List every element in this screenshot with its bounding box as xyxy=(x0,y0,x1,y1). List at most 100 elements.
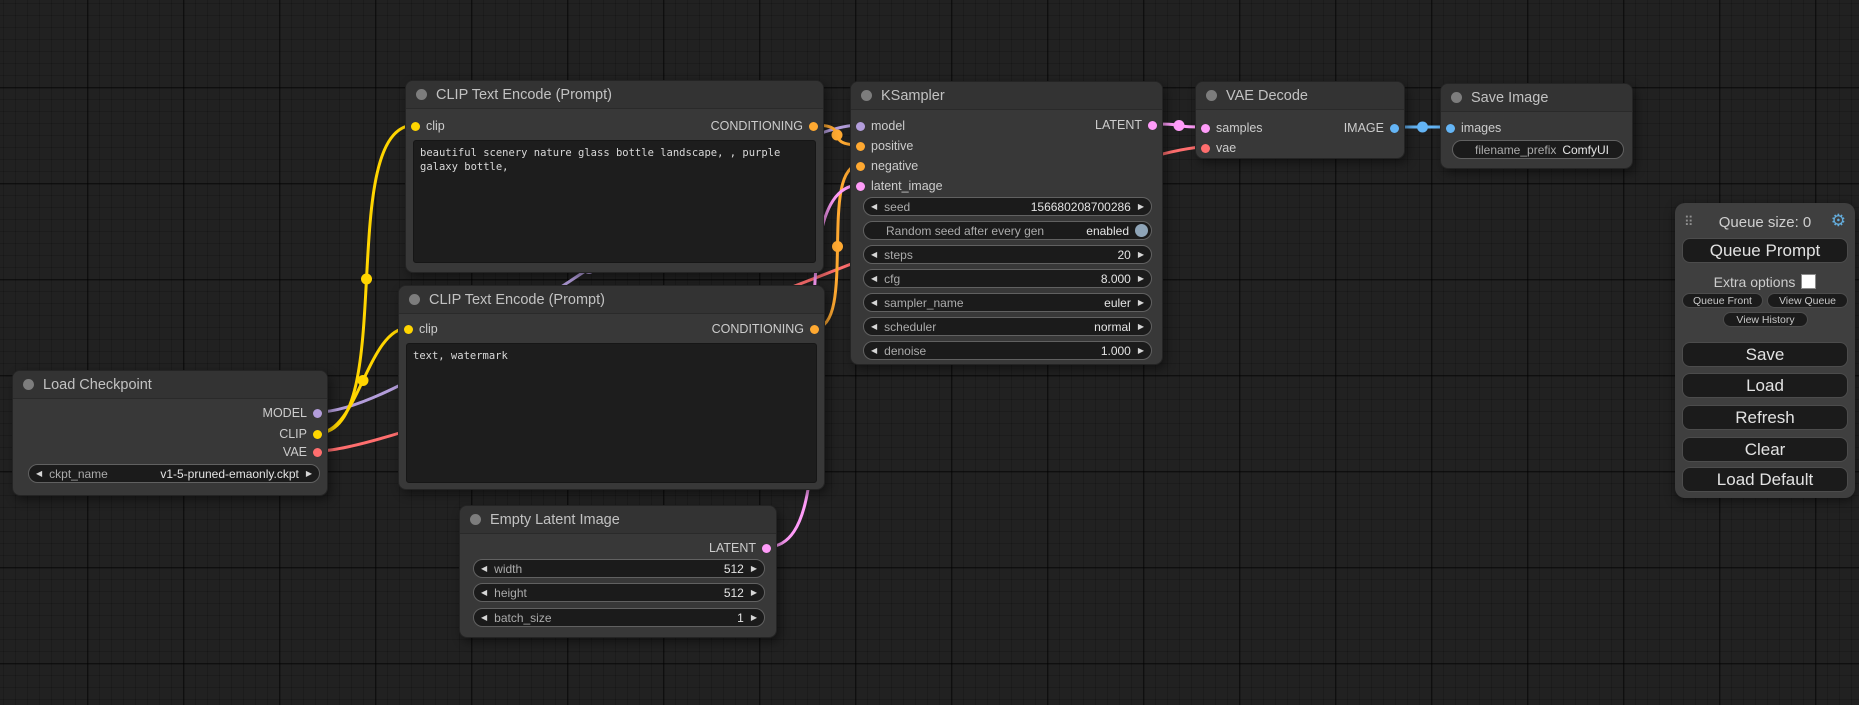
node-title: Save Image xyxy=(1471,90,1548,106)
node-save-image[interactable]: Save Image images filename_prefixComfyUI xyxy=(1440,83,1633,169)
node-empty-latent-image[interactable]: Empty Latent ImageLATENT◀width512▶◀heigh… xyxy=(459,505,777,638)
output-port-conditioning[interactable] xyxy=(810,325,819,334)
output-port-latent[interactable] xyxy=(1148,121,1157,130)
node-graph-canvas[interactable]: Load CheckpointMODELCLIPVAE◀ckpt_namev1-… xyxy=(0,0,1859,705)
decrement-arrow-icon[interactable]: ◀ xyxy=(864,342,884,359)
input-port-label: vae xyxy=(1216,141,1236,155)
output-port-model[interactable] xyxy=(313,409,322,418)
view-history-button[interactable]: View History xyxy=(1723,312,1808,327)
load-workflow-button[interactable]: Load xyxy=(1682,373,1848,398)
output-port-row-image: IMAGE xyxy=(1344,121,1404,135)
clear-button[interactable]: Clear xyxy=(1682,437,1848,462)
node-header-ksampler[interactable]: KSampler xyxy=(851,82,1162,110)
widget-value: enabled xyxy=(1086,224,1129,238)
decrement-arrow-icon[interactable]: ◀ xyxy=(864,318,884,335)
link-midpoint-dot xyxy=(832,130,843,141)
collapse-dot-icon[interactable] xyxy=(1451,92,1462,103)
input-port-samples[interactable] xyxy=(1201,124,1210,133)
output-port-clip[interactable] xyxy=(313,430,322,439)
save-workflow-button[interactable]: Save xyxy=(1682,342,1848,367)
output-port-conditioning[interactable] xyxy=(809,122,818,131)
prompt-textarea[interactable]: beautiful scenery nature glass bottle la… xyxy=(413,140,816,263)
node-vae-decode[interactable]: VAE DecodesamplesvaeIMAGE xyxy=(1195,81,1405,159)
node-title: CLIP Text Encode (Prompt) xyxy=(436,87,612,103)
decrement-arrow-icon[interactable]: ◀ xyxy=(864,246,884,263)
decrement-arrow-icon[interactable]: ◀ xyxy=(29,465,49,482)
output-port-label: CONDITIONING xyxy=(712,322,804,336)
queue-panel: ⠿ Queue size: 0 ⚙ Queue Prompt Extra opt… xyxy=(1675,203,1855,498)
node-header-vae-decode[interactable]: VAE Decode xyxy=(1196,82,1404,110)
extra-options-checkbox[interactable] xyxy=(1801,274,1816,289)
node-ksampler[interactable]: KSamplermodelpositivenegativelatent_imag… xyxy=(850,81,1163,365)
decrement-arrow-icon[interactable]: ◀ xyxy=(474,584,494,601)
output-port-latent[interactable] xyxy=(762,544,771,553)
view-queue-button[interactable]: View Queue xyxy=(1767,293,1848,308)
decrement-arrow-icon[interactable]: ◀ xyxy=(474,560,494,577)
node-header-empty-latent-image[interactable]: Empty Latent Image xyxy=(460,506,776,534)
node-header-clip-text-encode-positive[interactable]: CLIP Text Encode (Prompt) xyxy=(406,81,823,109)
queue-front-button[interactable]: Queue Front xyxy=(1682,293,1763,308)
input-port-negative[interactable] xyxy=(856,162,865,171)
node-header-clip-text-encode-negative[interactable]: CLIP Text Encode (Prompt) xyxy=(399,286,824,314)
input-port-clip[interactable] xyxy=(411,122,420,131)
widget-ckpt-name[interactable]: ◀ckpt_namev1-5-pruned-emaonly.ckpt▶ xyxy=(28,464,320,483)
widget-value: 1.000 xyxy=(1101,344,1131,358)
widget-steps[interactable]: ◀steps20▶ xyxy=(863,245,1152,264)
toggle-knob-icon[interactable] xyxy=(1135,224,1148,237)
input-port-vae[interactable] xyxy=(1201,144,1210,153)
widget-batch-size[interactable]: ◀batch_size1▶ xyxy=(473,608,765,627)
decrement-arrow-icon[interactable]: ◀ xyxy=(864,270,884,287)
node-header-load-checkpoint[interactable]: Load Checkpoint xyxy=(13,371,327,399)
node-load-checkpoint[interactable]: Load CheckpointMODELCLIPVAE◀ckpt_namev1-… xyxy=(12,370,328,496)
widget-cfg[interactable]: ◀cfg8.000▶ xyxy=(863,269,1152,288)
collapse-dot-icon[interactable] xyxy=(23,379,34,390)
collapse-dot-icon[interactable] xyxy=(409,294,420,305)
collapse-dot-icon[interactable] xyxy=(416,89,427,100)
widget-filename-prefix[interactable]: filename_prefixComfyUI xyxy=(1452,140,1624,159)
output-port-row-conditioning: CONDITIONING xyxy=(712,322,824,336)
output-port-vae[interactable] xyxy=(313,448,322,457)
increment-arrow-icon[interactable]: ▶ xyxy=(299,465,319,482)
node-clip-text-encode-negative[interactable]: CLIP Text Encode (Prompt)clipCONDITIONIN… xyxy=(398,285,825,490)
refresh-button[interactable]: Refresh xyxy=(1682,405,1848,430)
widget-sampler-name[interactable]: ◀sampler_nameeuler▶ xyxy=(863,293,1152,312)
increment-arrow-icon[interactable]: ▶ xyxy=(1131,342,1151,359)
collapse-dot-icon[interactable] xyxy=(1206,90,1217,101)
load-default-button[interactable]: Load Default xyxy=(1682,467,1848,492)
decrement-arrow-icon[interactable]: ◀ xyxy=(864,294,884,311)
increment-arrow-icon[interactable]: ▶ xyxy=(1131,294,1151,311)
collapse-dot-icon[interactable] xyxy=(470,514,481,525)
increment-arrow-icon[interactable]: ▶ xyxy=(1131,318,1151,335)
widget-width[interactable]: ◀width512▶ xyxy=(473,559,765,578)
increment-arrow-icon[interactable]: ▶ xyxy=(744,609,764,626)
queue-prompt-button[interactable]: Queue Prompt xyxy=(1682,238,1848,263)
input-port-clip[interactable] xyxy=(404,325,413,334)
input-port-latent-image[interactable] xyxy=(856,182,865,191)
node-clip-text-encode-positive[interactable]: CLIP Text Encode (Prompt)clipCONDITIONIN… xyxy=(405,80,824,273)
increment-arrow-icon[interactable]: ▶ xyxy=(1131,246,1151,263)
widget-scheduler[interactable]: ◀schedulernormal▶ xyxy=(863,317,1152,336)
decrement-arrow-icon[interactable]: ◀ xyxy=(474,609,494,626)
input-port-images[interactable] xyxy=(1446,124,1455,133)
widget-label: denoise xyxy=(884,344,926,358)
collapse-dot-icon[interactable] xyxy=(861,90,872,101)
node-header-save-image[interactable]: Save Image xyxy=(1441,84,1632,112)
input-port-positive[interactable] xyxy=(856,142,865,151)
settings-gear-icon[interactable]: ⚙ xyxy=(1831,211,1846,231)
increment-arrow-icon[interactable]: ▶ xyxy=(744,560,764,577)
prompt-textarea[interactable]: text, watermark xyxy=(406,343,817,483)
widget-denoise[interactable]: ◀denoise 1.000▶ xyxy=(863,341,1152,360)
decrement-arrow-icon[interactable]: ◀ xyxy=(864,198,884,215)
input-port-model[interactable] xyxy=(856,122,865,131)
widget-seed[interactable]: ◀seed156680208700286▶ xyxy=(863,197,1152,216)
widget-random-seed-after-every-gen[interactable]: Random seed after every genenabled xyxy=(863,221,1152,240)
input-port-row-model: model xyxy=(851,119,905,133)
output-port-image[interactable] xyxy=(1390,124,1399,133)
increment-arrow-icon[interactable]: ▶ xyxy=(1131,198,1151,215)
increment-arrow-icon[interactable]: ▶ xyxy=(1131,270,1151,287)
widget-height[interactable]: ◀height512▶ xyxy=(473,583,765,602)
input-port-label: images xyxy=(1461,121,1501,135)
increment-arrow-icon[interactable]: ▶ xyxy=(744,584,764,601)
link-midpoint-dot xyxy=(1417,122,1428,133)
input-port-row-images: images xyxy=(1441,121,1501,135)
